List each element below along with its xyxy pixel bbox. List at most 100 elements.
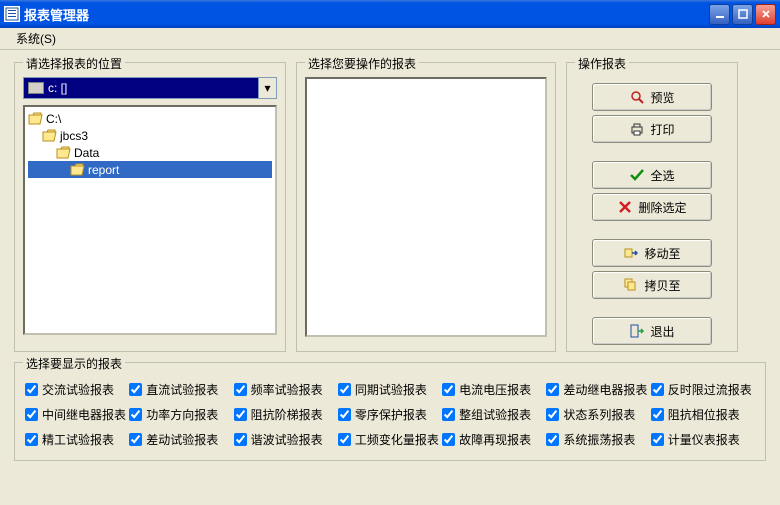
drive-icon xyxy=(28,82,44,94)
group-select-report: 选择您要操作的报表 xyxy=(296,62,556,352)
select-all-button[interactable]: 全选 xyxy=(592,161,712,189)
check-label: 故障再现报表 xyxy=(459,431,531,448)
close-button[interactable] xyxy=(755,4,776,25)
button-label: 移动至 xyxy=(644,245,680,262)
drive-label: c: [] xyxy=(48,81,67,95)
checkbox[interactable] xyxy=(546,408,559,421)
check-label: 交流试验报表 xyxy=(42,381,114,398)
check-label: 反时限过流报表 xyxy=(668,381,752,398)
move-to-button[interactable]: 移动至 xyxy=(592,239,712,267)
menubar: 系统(S) xyxy=(0,28,780,50)
checkbox[interactable] xyxy=(442,408,455,421)
check-sync-test[interactable]: 同期试验报表 xyxy=(338,381,442,398)
button-label: 预览 xyxy=(650,89,674,106)
exit-icon xyxy=(629,323,645,339)
check-label: 差动试验报表 xyxy=(146,431,218,448)
check-label: 频率试验报表 xyxy=(251,381,323,398)
exit-button[interactable]: 退出 xyxy=(592,317,712,345)
group-select-label: 选择您要操作的报表 xyxy=(305,55,419,72)
tree-node-data[interactable]: Data xyxy=(28,144,272,161)
check-imp-phase[interactable]: 阻抗相位报表 xyxy=(651,406,755,423)
tree-node-report[interactable]: report xyxy=(28,161,272,178)
menu-system[interactable]: 系统(S) xyxy=(8,28,64,49)
preview-icon xyxy=(629,89,645,105)
checkbox[interactable] xyxy=(234,383,247,396)
checkbox[interactable] xyxy=(234,408,247,421)
copy-to-button[interactable]: 拷贝至 xyxy=(592,271,712,299)
check-ac-test[interactable]: 交流试验报表 xyxy=(25,381,129,398)
button-label: 删除选定 xyxy=(638,199,686,216)
checkbox[interactable] xyxy=(442,383,455,396)
chevron-down-icon[interactable]: ▾ xyxy=(258,78,276,98)
checkbox[interactable] xyxy=(234,433,247,446)
group-actions: 操作报表 预览 打印 全选 删除选定 xyxy=(566,62,738,352)
checkbox[interactable] xyxy=(651,383,664,396)
button-label: 全选 xyxy=(650,167,674,184)
checkbox[interactable] xyxy=(129,408,142,421)
check-mid-relay[interactable]: 中间继电器报表 xyxy=(25,406,129,423)
checkbox[interactable] xyxy=(25,383,38,396)
checkbox[interactable] xyxy=(546,383,559,396)
checkbox[interactable] xyxy=(546,433,559,446)
checkbox[interactable] xyxy=(338,408,351,421)
tree-node-root[interactable]: C:\ xyxy=(28,110,272,127)
check-label: 状态系列报表 xyxy=(563,406,635,423)
checkbox[interactable] xyxy=(338,433,351,446)
delete-selected-button[interactable]: 删除选定 xyxy=(592,193,712,221)
check-state-seq[interactable]: 状态系列报表 xyxy=(546,406,650,423)
check-freq-test[interactable]: 频率试验报表 xyxy=(234,381,338,398)
checkbox[interactable] xyxy=(338,383,351,396)
check-diff-test[interactable]: 差动试验报表 xyxy=(129,431,233,448)
titlebar: 报表管理器 xyxy=(0,0,780,28)
button-label: 打印 xyxy=(650,121,674,138)
check-fine-test[interactable]: 精工试验报表 xyxy=(25,431,129,448)
checkbox[interactable] xyxy=(129,433,142,446)
checkbox[interactable] xyxy=(651,408,664,421)
check-inv-oc[interactable]: 反时限过流报表 xyxy=(651,381,755,398)
preview-button[interactable]: 预览 xyxy=(592,83,712,111)
checkbox[interactable] xyxy=(25,433,38,446)
move-icon xyxy=(623,245,639,261)
checkbox[interactable] xyxy=(25,408,38,421)
button-label: 退出 xyxy=(650,323,674,340)
check-imp-step[interactable]: 阻抗阶梯报表 xyxy=(234,406,338,423)
check-sys-osc[interactable]: 系统振荡报表 xyxy=(546,431,650,448)
check-label: 系统振荡报表 xyxy=(563,431,635,448)
tree-label: jbcs3 xyxy=(60,129,88,143)
tree-node-jbcs3[interactable]: jbcs3 xyxy=(28,127,272,144)
check-meter[interactable]: 计量仪表报表 xyxy=(651,431,755,448)
report-list[interactable] xyxy=(305,77,547,337)
drive-select[interactable]: c: [] ▾ xyxy=(23,77,277,99)
print-button[interactable]: 打印 xyxy=(592,115,712,143)
tree-label: report xyxy=(88,163,119,177)
group-actions-label: 操作报表 xyxy=(575,55,629,72)
folder-open-icon xyxy=(56,146,71,159)
check-label: 零序保护报表 xyxy=(355,406,427,423)
check-label: 功率方向报表 xyxy=(146,406,218,423)
check-iv[interactable]: 电流电压报表 xyxy=(442,381,546,398)
check-power-dir[interactable]: 功率方向报表 xyxy=(129,406,233,423)
folder-open-icon xyxy=(28,112,43,125)
group-display-label: 选择要显示的报表 xyxy=(23,355,125,372)
check-label: 阻抗相位报表 xyxy=(668,406,740,423)
check-harmonic[interactable]: 谐波试验报表 xyxy=(234,431,338,448)
maximize-button[interactable] xyxy=(732,4,753,25)
check-diff-relay[interactable]: 差动继电器报表 xyxy=(546,381,650,398)
check-label: 计量仪表报表 xyxy=(668,431,740,448)
checkbox[interactable] xyxy=(129,383,142,396)
check-pf-delta[interactable]: 工频变化量报表 xyxy=(338,431,442,448)
cross-icon xyxy=(617,199,633,215)
folder-tree[interactable]: C:\ jbcs3 Data report xyxy=(23,105,277,335)
group-location: 请选择报表的位置 c: [] ▾ C:\ jbcs3 Data xyxy=(14,62,286,352)
checkbox[interactable] xyxy=(442,433,455,446)
minimize-button[interactable] xyxy=(709,4,730,25)
check-set-test[interactable]: 整组试验报表 xyxy=(442,406,546,423)
check-fault-replay[interactable]: 故障再现报表 xyxy=(442,431,546,448)
check-label: 直流试验报表 xyxy=(146,381,218,398)
folder-open-icon xyxy=(42,129,57,142)
check-zero-seq[interactable]: 零序保护报表 xyxy=(338,406,442,423)
check-dc-test[interactable]: 直流试验报表 xyxy=(129,381,233,398)
app-icon xyxy=(4,6,20,22)
group-location-label: 请选择报表的位置 xyxy=(23,55,125,72)
checkbox[interactable] xyxy=(651,433,664,446)
